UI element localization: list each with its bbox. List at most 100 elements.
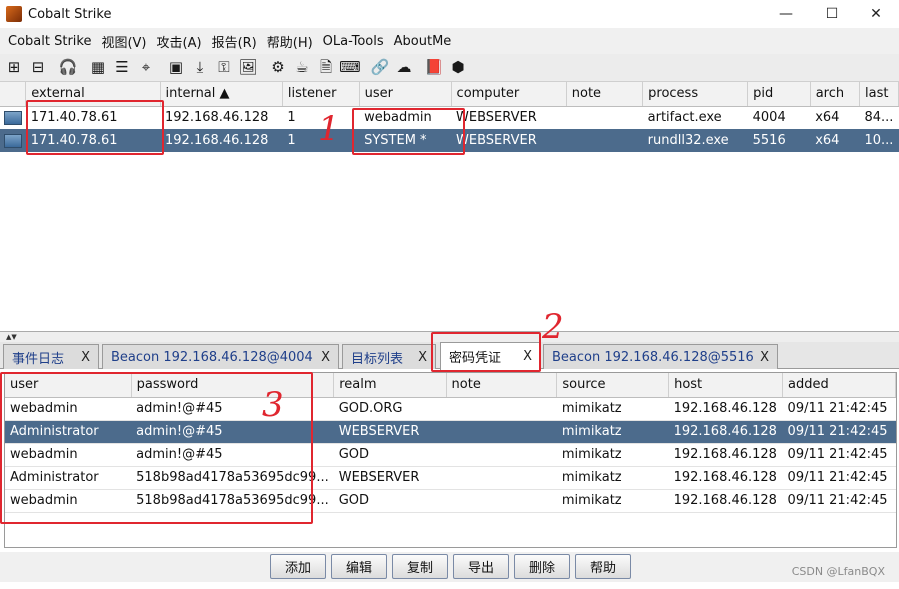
beacon-cell-last: 10...	[859, 129, 899, 152]
key-icon: ⚿	[218, 58, 230, 76]
computer-icon	[4, 133, 22, 148]
menu-item-5[interactable]: OLa-Tools	[318, 34, 389, 49]
target-button[interactable]: ⌖	[134, 57, 158, 79]
headphones-icon: 🎧	[58, 58, 78, 76]
menu-item-1[interactable]: 视图(V)	[96, 32, 151, 51]
beacon-cell-internal: 192.168.46.128	[165, 110, 269, 126]
beacon-cell-arch: x64	[815, 110, 840, 126]
cube-icon: ⬢	[451, 58, 465, 76]
minus-icon: ⊟	[31, 58, 45, 76]
edit-button[interactable]: 编辑	[331, 554, 387, 579]
credential-cell-added: 09/11 21:42:45	[782, 397, 896, 421]
menu-item-3[interactable]: 报告(R)	[207, 32, 262, 51]
tab-2[interactable]: 目标列表 X	[342, 344, 436, 369]
tab-4[interactable]: Beacon 192.168.46.128@5516 X	[543, 344, 778, 369]
annotation-box-external	[26, 100, 164, 155]
beacon-cell-note	[566, 106, 642, 129]
console-button[interactable]: ⌨	[338, 57, 362, 79]
copy-button[interactable]: 复制	[392, 554, 448, 579]
tab-0[interactable]: 事件日志 X	[3, 344, 99, 369]
beacon-column-header[interactable]: listener	[282, 82, 360, 107]
minimize-button[interactable]: —	[763, 0, 809, 28]
pivot-graph-button[interactable]: ▦	[86, 57, 110, 79]
beacon-column-header[interactable]: computer	[451, 82, 567, 107]
watermark: CSDN @LfanBQX	[791, 565, 885, 578]
cloud-button[interactable]: ☁	[392, 57, 416, 79]
credential-cell-note	[446, 489, 557, 513]
export-button[interactable]: 导出	[453, 554, 509, 579]
coffee-icon: ☕	[295, 58, 309, 76]
beacon-cell-last: 84...	[864, 110, 894, 126]
key-button[interactable]: ⚿	[212, 57, 236, 79]
coffee-button[interactable]: ☕	[290, 57, 314, 79]
download-button[interactable]: ⤓	[188, 57, 212, 79]
credential-cell-source: mimikatz	[556, 420, 669, 444]
menu-item-0[interactable]: Cobalt Strike	[3, 34, 96, 49]
splitter-arrows-icon[interactable]: ▲▼	[6, 332, 17, 342]
gear-icon: ⚙	[271, 58, 285, 76]
image-button[interactable]: 🖼	[236, 57, 260, 79]
annotation-number-1: 1	[318, 109, 340, 149]
credential-cell-note	[446, 466, 557, 490]
tab-close-button[interactable]: X	[81, 350, 90, 365]
credential-cell-added: 09/11 21:42:45	[782, 420, 896, 444]
tab-close-button[interactable]: X	[418, 350, 427, 365]
image-icon: 🖼	[238, 58, 258, 76]
plus-icon: ⊞	[7, 58, 21, 76]
link-button[interactable]: 🔗	[368, 57, 392, 79]
list-button[interactable]: ☰	[110, 57, 134, 79]
delete-button[interactable]: 删除	[514, 554, 570, 579]
tab-1[interactable]: Beacon 192.168.46.128@4004 X	[102, 344, 339, 369]
beacon-column-header[interactable]: pid	[747, 82, 811, 107]
beacon-column-header[interactable]: user	[359, 82, 452, 107]
window-title: Cobalt Strike	[28, 6, 112, 22]
list-icon: ☰	[115, 58, 129, 76]
minus-button[interactable]: ⊟	[26, 57, 50, 79]
book-button[interactable]: 📕	[422, 57, 446, 79]
annotation-box-user	[352, 108, 465, 155]
menu-item-6[interactable]: AboutMe	[389, 34, 457, 49]
credentials-column-header[interactable]: source	[556, 373, 670, 398]
credential-cell-source: mimikatz	[556, 466, 669, 490]
plus-button[interactable]: ⊞	[2, 57, 26, 79]
menu-item-2[interactable]: 攻击(A)	[152, 32, 207, 51]
headphones-button[interactable]: 🎧	[56, 57, 80, 79]
credential-cell-host: 192.168.46.128	[668, 397, 783, 421]
tab-label: Beacon 192.168.46.128@5516	[552, 349, 754, 365]
help-button[interactable]: 帮助	[575, 554, 631, 579]
tab-close-button[interactable]: X	[321, 350, 330, 365]
beacon-column-header[interactable]: arch	[810, 82, 860, 107]
add-button[interactable]: 添加	[270, 554, 326, 579]
maximize-button[interactable]: ☐	[809, 0, 855, 28]
tab-label: 事件日志	[12, 351, 65, 367]
credentials-column-header[interactable]: note	[446, 373, 558, 398]
computer-icon	[4, 110, 22, 125]
credentials-button[interactable]: ▣	[164, 57, 188, 79]
beacon-column-header[interactable]: last	[859, 82, 899, 107]
document-button[interactable]: 🗎	[314, 57, 338, 79]
target-icon: ⌖	[141, 58, 151, 76]
beacon-cell-note	[566, 129, 643, 152]
gear-button[interactable]: ⚙	[266, 57, 290, 79]
console-icon: ⌨	[339, 58, 361, 76]
beacon-cell-process: rundll32.exe	[642, 129, 748, 152]
app-logo-icon	[6, 6, 22, 22]
beacon-column-header[interactable]: note	[566, 82, 644, 107]
credentials-column-header[interactable]: realm	[333, 373, 447, 398]
beacon-column-header[interactable]	[0, 82, 27, 107]
close-window-button[interactable]: ✕	[853, 0, 899, 28]
credential-cell-source: mimikatz	[556, 443, 669, 467]
credentials-column-header[interactable]: host	[668, 373, 784, 398]
credential-cell-added: 09/11 21:42:45	[782, 466, 896, 490]
menu-item-4[interactable]: 帮助(H)	[262, 32, 318, 51]
credentials-column-header[interactable]: added	[782, 373, 896, 398]
credential-cell-realm: WEBSERVER	[333, 420, 447, 444]
beacon-cell-computer: WEBSERVER	[451, 129, 567, 152]
cube-button[interactable]: ⬢	[446, 57, 470, 79]
beacon-column-header[interactable]: process	[642, 82, 749, 107]
beacon-column-header[interactable]: internal ▲	[160, 82, 283, 107]
credential-cell-note	[446, 443, 557, 467]
tab-close-button[interactable]: X	[760, 350, 769, 365]
beacon-cell-computer: WEBSERVER	[456, 110, 537, 126]
credential-cell-source: mimikatz	[556, 489, 669, 513]
